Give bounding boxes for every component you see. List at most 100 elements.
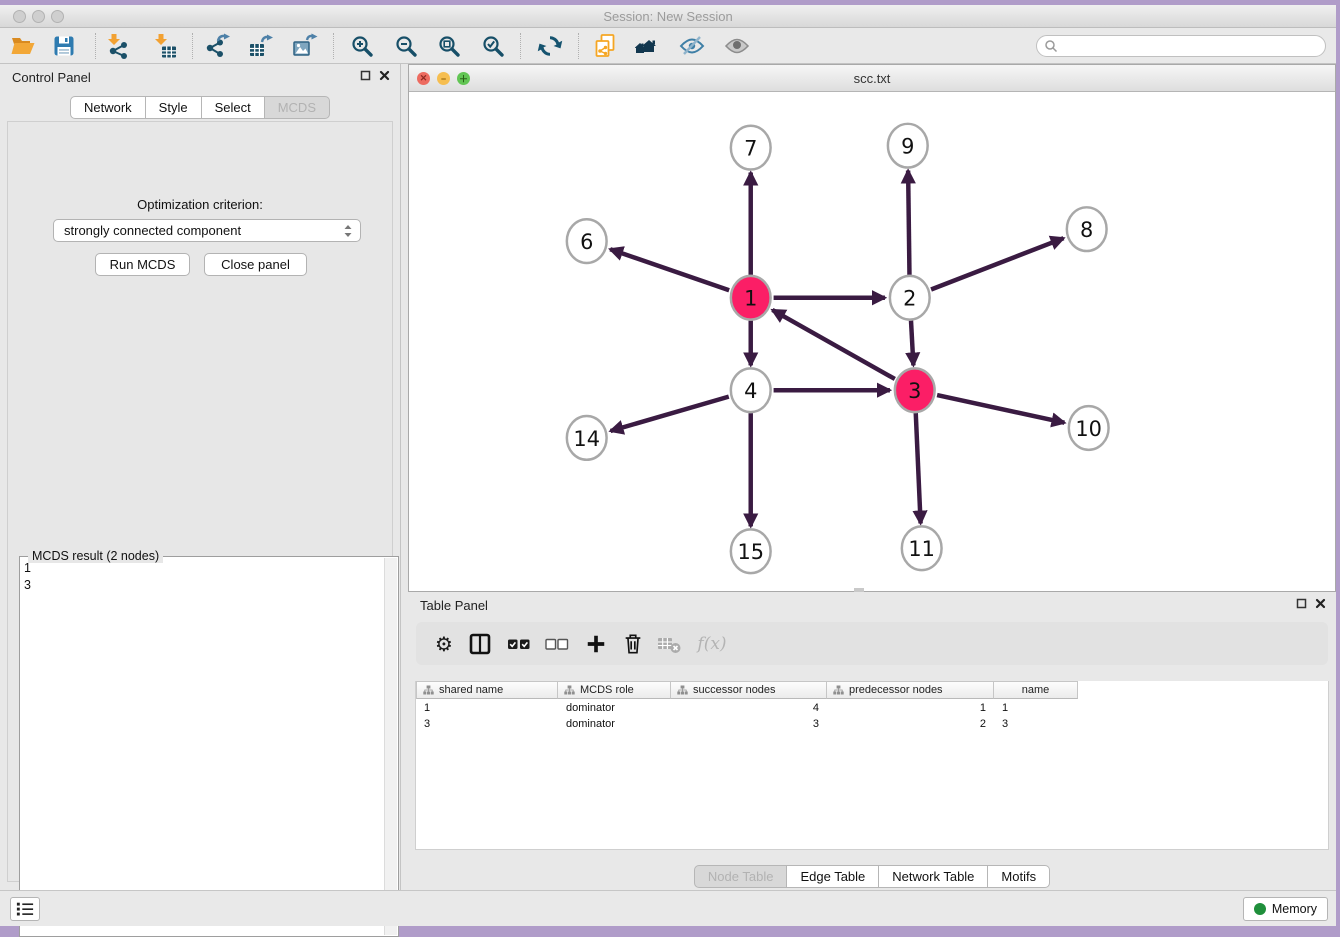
- optimization-criterion-dropdown[interactable]: strongly connected component: [53, 219, 361, 242]
- desktop-edge: [1336, 0, 1340, 926]
- table-row[interactable]: 1dominator411: [416, 701, 1078, 717]
- edge-1-to-6[interactable]: [610, 249, 729, 290]
- export-network-icon[interactable]: [204, 32, 232, 60]
- graph-node-8[interactable]: 8: [1067, 207, 1107, 251]
- select-all-columns-icon[interactable]: [505, 630, 533, 658]
- tab-edge-table[interactable]: Edge Table: [787, 865, 879, 888]
- show-all-eye-icon[interactable]: [723, 32, 751, 60]
- tab-network-table[interactable]: Network Table: [879, 865, 988, 888]
- table-cell[interactable]: dominator: [558, 717, 671, 733]
- run-mcds-button[interactable]: Run MCDS: [95, 253, 190, 276]
- table-cell[interactable]: 1: [994, 701, 1078, 717]
- zoom-selected-icon[interactable]: [479, 32, 507, 60]
- home-network-icon[interactable]: [635, 32, 663, 60]
- tab-network[interactable]: Network: [70, 96, 146, 119]
- table-cell[interactable]: 1: [416, 701, 558, 717]
- zoom-fit-icon[interactable]: [435, 32, 463, 60]
- unselect-all-columns-icon[interactable]: [543, 630, 571, 658]
- close-table-panel-icon[interactable]: [1315, 598, 1326, 609]
- dropdown-selected-value: strongly connected component: [64, 223, 342, 238]
- graph-node-14[interactable]: 14: [567, 416, 607, 460]
- save-session-icon[interactable]: [50, 32, 78, 60]
- table-row[interactable]: 3dominator323: [416, 717, 1078, 733]
- status-bar: Memory: [0, 890, 1336, 926]
- search-icon: [1044, 39, 1058, 53]
- hide-selected-eye-slash-icon[interactable]: [678, 32, 706, 60]
- table-cell[interactable]: dominator: [558, 701, 671, 717]
- graph-node-7[interactable]: 7: [731, 126, 771, 170]
- edge-2-to-8[interactable]: [931, 238, 1063, 289]
- mcds-result-box: MCDS result (2 nodes) 1 3: [19, 556, 399, 937]
- open-session-icon[interactable]: [9, 32, 37, 60]
- column-header-name[interactable]: name: [994, 681, 1078, 699]
- table-options-gear-icon[interactable]: ⚙: [430, 630, 458, 658]
- svg-text:4: 4: [744, 379, 757, 403]
- graph-node-4[interactable]: 4: [731, 368, 771, 412]
- tab-node-table[interactable]: Node Table: [694, 865, 788, 888]
- network-title: scc.txt: [409, 71, 1335, 86]
- control-panel: Control Panel NetworkStyleSelectMCDS Opt…: [0, 64, 401, 890]
- import-table-icon[interactable]: [151, 32, 179, 60]
- table-cell[interactable]: 3: [671, 717, 827, 733]
- network-canvas[interactable]: 7 9 6 8 1 2 4 3 14 10 15 11: [409, 92, 1335, 591]
- close-panel-button[interactable]: Close panel: [204, 253, 307, 276]
- tab-select[interactable]: Select: [202, 96, 265, 119]
- memory-button[interactable]: Memory: [1243, 897, 1328, 921]
- refresh-layout-icon[interactable]: [536, 32, 564, 60]
- table-cell[interactable]: 2: [827, 717, 994, 733]
- graph-node-6[interactable]: 6: [567, 219, 607, 263]
- control-panel-tabs: NetworkStyleSelectMCDS: [0, 96, 400, 119]
- edge-3-to-11[interactable]: [916, 413, 921, 523]
- delete-column-trash-icon[interactable]: [619, 630, 647, 658]
- control-panel-title: Control Panel: [12, 70, 91, 85]
- column-header-mcds-role[interactable]: MCDS role: [558, 681, 671, 699]
- close-panel-icon[interactable]: [379, 70, 390, 81]
- edge-3-to-10[interactable]: [937, 395, 1064, 423]
- column-header-successor-nodes[interactable]: successor nodes: [671, 681, 827, 699]
- zoom-in-icon[interactable]: [348, 32, 376, 60]
- table-cell[interactable]: 1: [827, 701, 994, 717]
- graph-node-11[interactable]: 11: [902, 526, 942, 570]
- graph-node-10[interactable]: 10: [1069, 406, 1109, 450]
- graph-node-1[interactable]: 1: [731, 276, 771, 320]
- edge-2-to-9[interactable]: [908, 171, 909, 275]
- graph-node-3[interactable]: 3: [895, 368, 935, 412]
- graph-node-9[interactable]: 9: [888, 124, 928, 168]
- float-panel-icon[interactable]: [360, 70, 371, 81]
- svg-text:1: 1: [744, 287, 757, 311]
- column-header-predecessor-nodes[interactable]: predecessor nodes: [827, 681, 994, 699]
- edge-2-to-3[interactable]: [911, 321, 913, 366]
- float-table-panel-icon[interactable]: [1296, 598, 1307, 609]
- table-cell[interactable]: 4: [671, 701, 827, 717]
- graph-node-15[interactable]: 15: [731, 529, 771, 573]
- edge-3-to-1[interactable]: [772, 310, 894, 379]
- zoom-out-icon[interactable]: [392, 32, 420, 60]
- network-titlebar[interactable]: ✕ − ＋ scc.txt: [409, 65, 1335, 92]
- column-view-icon[interactable]: [466, 630, 494, 658]
- task-history-button[interactable]: [10, 897, 40, 921]
- search-field[interactable]: [1036, 35, 1326, 57]
- graph-node-2[interactable]: 2: [890, 276, 930, 320]
- add-column-icon[interactable]: [582, 630, 610, 658]
- table-cell[interactable]: 3: [416, 717, 558, 733]
- import-network-icon[interactable]: [104, 32, 132, 60]
- search-input[interactable]: [1062, 39, 1325, 53]
- application-window: Session: New Session: [0, 5, 1336, 926]
- tab-mcds[interactable]: MCDS: [265, 96, 330, 119]
- svg-text:14: 14: [573, 427, 600, 451]
- svg-text:11: 11: [908, 537, 935, 561]
- edge-4-to-14[interactable]: [611, 397, 729, 431]
- export-table-icon[interactable]: [247, 32, 275, 60]
- tab-motifs[interactable]: Motifs: [988, 865, 1050, 888]
- mcds-result-scrollbar[interactable]: [384, 558, 397, 935]
- column-header-shared-name[interactable]: shared name: [416, 681, 558, 699]
- delete-table-icon-disabled: [656, 630, 684, 658]
- table-toolbar: ⚙ f(x): [416, 622, 1328, 665]
- table-cell[interactable]: 3: [994, 717, 1078, 733]
- export-image-icon[interactable]: [291, 32, 319, 60]
- new-network-from-selection-icon[interactable]: [591, 32, 619, 60]
- mcds-tab-content: Optimization criterion: strongly connect…: [7, 121, 393, 882]
- table-panel-tabs: Node TableEdge TableNetwork TableMotifs: [408, 865, 1336, 888]
- tab-style[interactable]: Style: [146, 96, 202, 119]
- node-table-header: shared nameMCDS rolesuccessor nodesprede…: [416, 681, 1078, 699]
